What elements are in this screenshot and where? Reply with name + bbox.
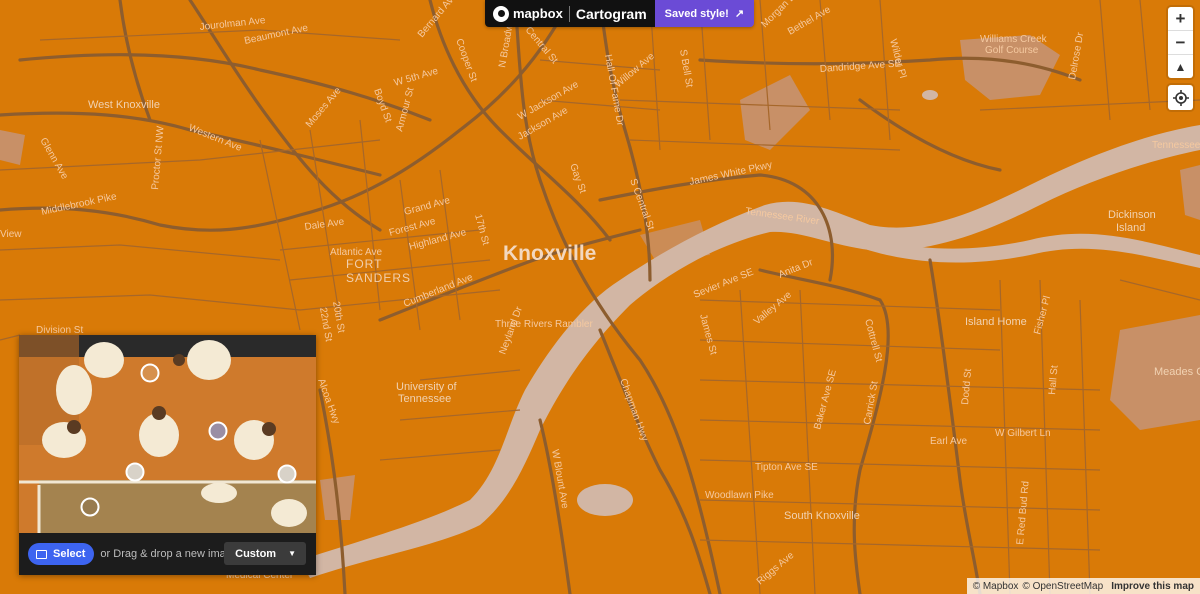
place-label: Tennessee [398, 393, 451, 405]
zoom-in-button[interactable]: + [1168, 7, 1193, 31]
product-name: Cartogram [575, 5, 647, 22]
place-label: Golf Course [985, 45, 1039, 56]
color-sample-point[interactable] [140, 363, 160, 383]
color-sample-point[interactable] [277, 464, 297, 484]
street-label: Woodlawn Pike [705, 490, 774, 501]
locate-icon [1172, 89, 1189, 106]
street-label: Earl Ave [930, 436, 967, 447]
panel-toolbar: Select or Drag & drop a new image. Custo… [19, 533, 316, 575]
saved-style-label: Saved style! [664, 7, 729, 20]
attribution: © Mapbox © OpenStreetMap Improve this ma… [966, 578, 1200, 594]
place-label: Meades Qu [1154, 366, 1200, 378]
street-label: Tipton Ave SE [755, 462, 818, 473]
palette-dropdown[interactable]: Custom ▼ [224, 542, 306, 565]
compass-button[interactable]: ▲ [1168, 55, 1193, 78]
pond [922, 90, 938, 100]
chevron-down-icon: ▼ [288, 549, 296, 558]
place-label: University of [396, 381, 457, 393]
image-panel: Select or Drag & drop a new image. Custo… [19, 335, 316, 575]
osm-attribution-link[interactable]: © OpenStreetMap [1022, 581, 1103, 592]
pond [577, 484, 633, 516]
place-label: Island Home [965, 316, 1027, 328]
brand-area[interactable]: mapbox Cartogram [485, 0, 655, 27]
top-banner: mapbox Cartogram Saved style! ↗ [485, 0, 755, 27]
color-sample-point[interactable] [125, 462, 145, 482]
street-label: W Gilbert Ln [995, 428, 1051, 439]
area-label: SANDERS [346, 271, 411, 285]
place-label: South Knoxville [784, 510, 860, 522]
color-sample-point[interactable] [80, 497, 100, 517]
area-label: FORT [346, 257, 382, 271]
zoom-out-button[interactable]: − [1168, 31, 1193, 55]
divider [568, 5, 570, 22]
street-label: Tennessee [1152, 140, 1200, 151]
place-label: Island [1116, 222, 1145, 234]
geolocate-button[interactable] [1168, 85, 1193, 110]
drag-drop-hint: or Drag & drop a new image. [100, 548, 242, 560]
external-link-icon: ↗ [734, 8, 745, 20]
street-label: View [0, 229, 22, 240]
palette-label: Custom [235, 547, 277, 560]
select-label: Select [53, 548, 86, 560]
select-image-button[interactable]: Select [28, 543, 95, 565]
mapbox-logo-icon [493, 5, 509, 22]
mapbox-attribution-link[interactable]: © Mapbox [973, 581, 1019, 592]
source-photo [19, 335, 316, 533]
place-label: Williams Creek [980, 34, 1048, 45]
street-label: Atlantic Ave [330, 247, 383, 258]
color-sample-point[interactable] [208, 421, 228, 441]
improve-map-link[interactable]: Improve this map [1111, 581, 1194, 592]
brand-name: mapbox [513, 6, 563, 21]
place-label: Dickinson [1108, 209, 1156, 221]
city-label: Knoxville [503, 242, 596, 265]
zoom-controls: + − ▲ [1168, 7, 1193, 78]
place-label: West Knoxville [88, 99, 160, 111]
image-icon [36, 549, 47, 559]
saved-style-button[interactable]: Saved style! ↗ [654, 0, 755, 27]
